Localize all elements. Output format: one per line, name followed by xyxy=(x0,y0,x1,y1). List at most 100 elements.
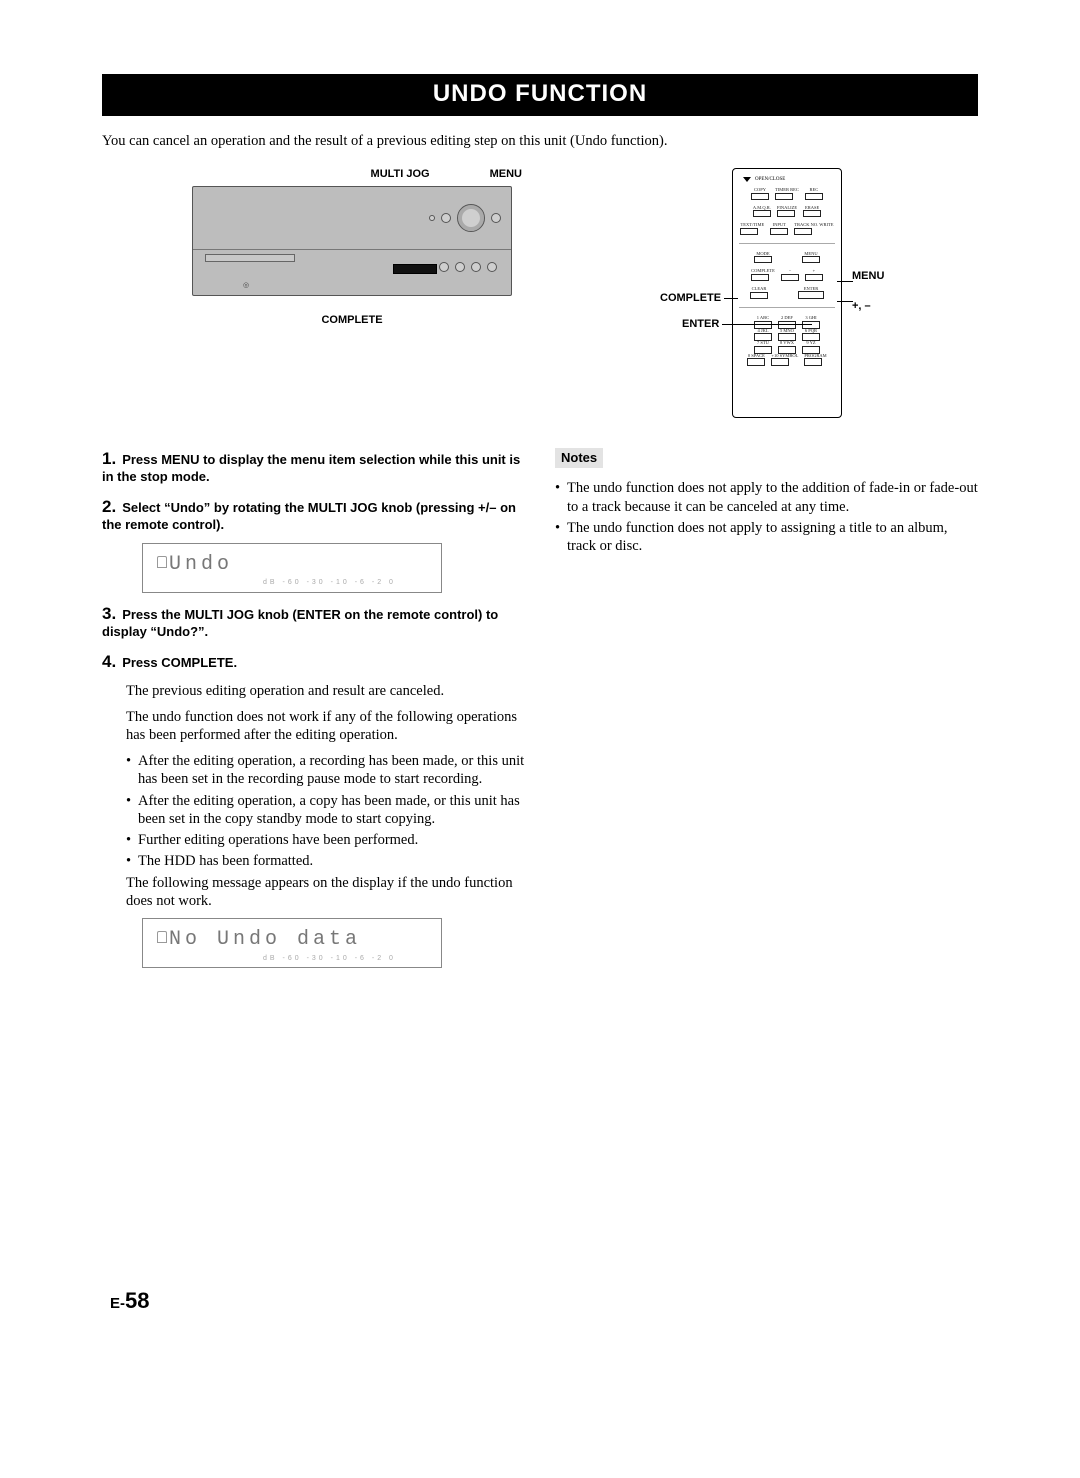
lead-complete xyxy=(724,298,738,299)
label-complete-unit: COMPLETE xyxy=(142,314,562,326)
remote-btn-trackno xyxy=(794,228,812,235)
num-0-label: 0 SPACE xyxy=(747,354,765,359)
remote-btn-text xyxy=(740,228,758,235)
step-2: 2.Select “Undo” by rotating the MULTI JO… xyxy=(102,496,525,534)
bullet-1: After the editing operation, a recording… xyxy=(126,752,525,788)
remote-row-6: CLEAR ENTER xyxy=(739,287,835,300)
num-8-label: 8 VWX xyxy=(778,341,796,346)
cd-mark-icon: ◎ xyxy=(243,281,249,289)
knob-l xyxy=(441,213,451,223)
bullet-2: After the editing operation, a copy has … xyxy=(126,792,525,828)
label-multi-jog: MULTI JOG xyxy=(371,168,430,180)
main-unit-body: ◎ xyxy=(192,186,512,296)
remote-btn-complete-label: COMPLETE xyxy=(751,269,775,274)
lcd-panel-noundo: No Undo data dB -60 -30 -10 -6 -2 0 xyxy=(142,918,442,968)
remote-row-5: COMPLETE − + xyxy=(739,269,835,281)
remote-btn-menu-label: MENU xyxy=(802,252,820,257)
note-1: The undo function does not apply to the … xyxy=(555,479,978,515)
step-3: 3.Press the MULTI JOG knob (ENTER on the… xyxy=(102,603,525,641)
step-2-text: Select “Undo” by rotating the MULTI JOG … xyxy=(102,500,516,532)
remote-btn-rec xyxy=(805,193,823,200)
page-number: E-58 xyxy=(110,1288,149,1314)
page-num: 58 xyxy=(125,1288,149,1313)
transport-btn-4 xyxy=(487,262,497,272)
step-4-line3: The following message appears on the dis… xyxy=(126,874,525,910)
main-unit-figure: MULTI JOG MENU ◎ xyxy=(142,168,562,326)
remote-open-close: OPEN/CLOSE xyxy=(743,177,835,182)
remote-btn-input-label: INPUT xyxy=(770,223,788,228)
remote-btn-plus xyxy=(805,274,823,281)
unit-top-labels: MULTI JOG MENU xyxy=(142,168,562,180)
remote-btn-enter xyxy=(798,291,824,299)
remote-btn-erase-label: ERASE xyxy=(803,206,821,211)
remote-btn-finalize-label: FINALIZE xyxy=(777,206,797,211)
notes-bullets: The undo function does not apply to the … xyxy=(555,479,978,555)
disc-tray xyxy=(205,254,295,262)
menu-small-knob xyxy=(491,213,501,223)
remote-btn-clear-label: CLEAR xyxy=(750,287,768,292)
remote-btn-amqr xyxy=(753,210,771,217)
left-column: 1.Press MENU to display the menu item se… xyxy=(102,448,525,978)
transport-controls xyxy=(439,262,497,272)
remote-btn-mode xyxy=(754,256,772,263)
lead-plusminus xyxy=(837,301,853,302)
section-title: UNDO FUNCTION xyxy=(102,74,978,116)
remote-btn-copy xyxy=(751,193,769,200)
lcd-subscale-2: dB -60 -30 -10 -6 -2 0 xyxy=(263,955,396,964)
open-close-icon xyxy=(743,177,751,182)
step-4-line2: The undo function does not work if any o… xyxy=(126,708,525,744)
remote-btn-amqr-label: A.M.Q.R. xyxy=(753,206,771,211)
callout-complete: COMPLETE xyxy=(660,292,721,304)
bullet-4: The HDD has been formatted. xyxy=(126,852,525,870)
remote-row-2: A.M.Q.R. FINALIZE ERASE xyxy=(739,206,835,218)
step-4: 4.Press COMPLETE. xyxy=(102,651,525,672)
remote-row-4: MODE MENU xyxy=(739,252,835,264)
num-5-label: 5 MNO xyxy=(778,329,796,334)
step-1: 1.Press MENU to display the menu item se… xyxy=(102,448,525,486)
open-close-label: OPEN/CLOSE xyxy=(755,177,785,182)
num-10-label: +10 SYMBOL xyxy=(771,354,798,359)
remote-btn-complete xyxy=(751,274,769,281)
remote-figure: OPEN/CLOSE COPY TIMER REC REC A.M.Q.R. F… xyxy=(642,168,942,428)
callout-plus-minus: +, – xyxy=(852,300,871,312)
multi-jog-knob xyxy=(457,204,485,232)
lcd-panel-undo: Undo dB -60 -30 -10 -6 -2 0 xyxy=(142,543,442,593)
remote-btn-finalize xyxy=(777,210,795,217)
step-4-line1: The previous editing operation and resul… xyxy=(126,682,525,700)
remote-btn-timer xyxy=(775,193,793,200)
remote-divider-1 xyxy=(739,243,835,244)
remote-row-3: TEXT/TIME INPUT TRACK NO. WRITE xyxy=(739,223,835,235)
notes-heading: Notes xyxy=(555,448,603,468)
step-4-title: Press COMPLETE. xyxy=(122,655,237,670)
steps-list: 1.Press MENU to display the menu item se… xyxy=(102,448,525,533)
step-3-text: Press the MULTI JOG knob (ENTER on the r… xyxy=(102,607,498,639)
num-0 xyxy=(747,358,765,366)
step-1-text: Press MENU to display the menu item sele… xyxy=(102,452,520,484)
remote-row-1: COPY TIMER REC REC xyxy=(739,188,835,200)
small-knob xyxy=(441,213,451,223)
note-2: The undo function does not apply to assi… xyxy=(555,519,978,555)
unit-display xyxy=(393,264,437,274)
num-prog-label: PROGRAM xyxy=(804,354,826,359)
lcd-icon-2 xyxy=(157,931,167,943)
step-4-bullets: After the editing operation, a recording… xyxy=(126,752,525,870)
lead-enter xyxy=(722,324,812,325)
callout-menu: MENU xyxy=(852,270,884,282)
page: UNDO FUNCTION You can cancel an operatio… xyxy=(102,74,978,978)
num-10 xyxy=(771,358,789,366)
knob-r xyxy=(491,213,501,223)
remote-btn-trackno-label: TRACK NO. WRITE xyxy=(794,223,833,228)
intro-text: You can cancel an operation and the resu… xyxy=(102,132,978,150)
content-columns: 1.Press MENU to display the menu item se… xyxy=(102,448,978,978)
num-prog xyxy=(804,358,822,366)
lcd-text-undo: Undo xyxy=(169,552,233,577)
lcd-icon xyxy=(157,556,167,568)
remote-body: OPEN/CLOSE COPY TIMER REC REC A.M.Q.R. F… xyxy=(732,168,842,418)
right-column: Notes The undo function does not apply t… xyxy=(555,448,978,978)
transport-btn-2 xyxy=(455,262,465,272)
remote-btn-menu xyxy=(802,256,820,263)
remote-btn-clear xyxy=(750,292,768,299)
remote-btn-text-label: TEXT/TIME xyxy=(740,223,764,228)
lcd-subscale-1: dB -60 -30 -10 -6 -2 0 xyxy=(263,579,396,588)
bullet-3: Further editing operations have been per… xyxy=(126,831,525,849)
